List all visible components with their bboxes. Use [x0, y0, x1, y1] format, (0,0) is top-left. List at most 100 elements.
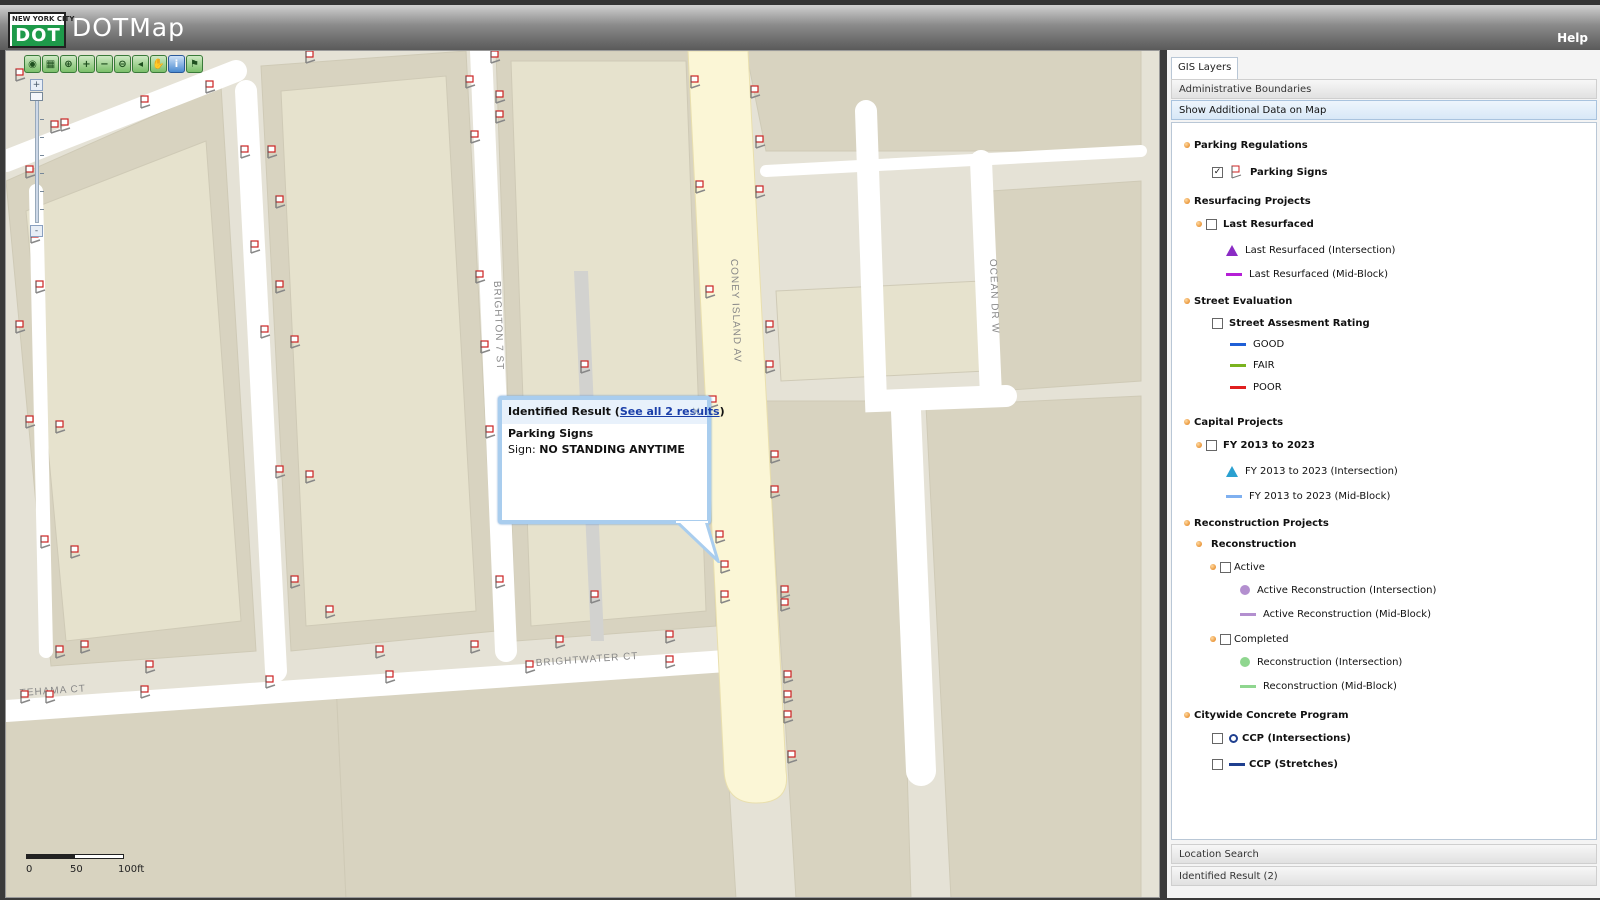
see-all-results-link[interactable]: See all 2 results — [620, 405, 720, 418]
zoom-out-box-icon[interactable]: ⊖ — [114, 55, 131, 73]
app-title: DOTMap — [72, 13, 185, 42]
zoom-tick — [40, 119, 44, 120]
group-reconstruction-projects: Reconstruction Projects — [1184, 515, 1329, 531]
bullet-icon — [1196, 442, 1202, 448]
bullet-icon — [1196, 221, 1202, 227]
parking-sign-marker[interactable] — [470, 640, 481, 654]
line-icon — [1226, 272, 1242, 276]
hand-pan-icon[interactable]: ✋ — [150, 55, 167, 73]
checkbox-ccp-stretches[interactable] — [1212, 758, 1223, 770]
parking-sign-marker[interactable] — [765, 320, 776, 334]
parking-sign-marker[interactable] — [755, 185, 766, 199]
zoom-tick — [40, 191, 44, 192]
block — [745, 51, 1142, 152]
legend-active-intersection: Active Reconstruction (Intersection) — [1240, 582, 1436, 598]
group-resurfacing-projects: Resurfacing Projects — [1184, 193, 1311, 209]
layer-completed[interactable]: Completed — [1210, 631, 1289, 647]
triangle-icon — [1226, 465, 1238, 477]
zoom-tick — [40, 137, 44, 138]
bullet-icon — [1184, 419, 1190, 425]
legend-good: GOOD — [1230, 336, 1284, 352]
parking-sign-marker[interactable] — [305, 51, 316, 64]
checkbox-ccp-intersections[interactable] — [1212, 732, 1223, 744]
block — [990, 180, 1142, 392]
bullet-icon — [1184, 142, 1190, 148]
zoom-tick — [40, 209, 44, 210]
popup-pointer — [673, 521, 721, 563]
street — [29, 184, 53, 658]
checkbox-parking-signs[interactable]: ✓ — [1212, 166, 1223, 178]
layer-ccp-intersections[interactable]: CCP (Intersections) — [1212, 730, 1351, 746]
accordion-identified-result[interactable]: Identified Result (2) — [1171, 866, 1597, 886]
bullet-icon — [1196, 541, 1202, 547]
popup-title-suffix: ) — [719, 405, 725, 418]
legend-fair: FAIR — [1230, 357, 1275, 373]
checkbox-last-resurfaced[interactable] — [1206, 218, 1217, 230]
accordion-additional-data[interactable]: Show Additional Data on Map — [1171, 100, 1597, 120]
zoom-plus-button[interactable]: + — [30, 79, 43, 91]
info-icon[interactable]: i — [168, 55, 185, 73]
layer-fy-2013-2023[interactable]: FY 2013 to 2023 — [1196, 437, 1315, 453]
tab-gis-layers[interactable]: GIS Layers — [1171, 57, 1239, 79]
nyc-dot-logo: NEW YORK CITY DOT — [8, 12, 74, 48]
street — [760, 145, 1147, 177]
popup-sign-row: Sign: NO STANDING ANYTIME — [502, 440, 707, 459]
panel-tabs: GIS Layers — [1171, 55, 1239, 79]
layer-parking-signs[interactable]: ✓ Parking Signs — [1212, 164, 1327, 180]
zoom-tick — [40, 173, 44, 174]
zoom-in-icon[interactable]: + — [78, 55, 95, 73]
legend-fy-midblock: FY 2013 to 2023 (Mid-Block) — [1226, 488, 1390, 504]
parking-sign-marker[interactable] — [765, 360, 776, 374]
zoom-slider[interactable]: + - — [30, 79, 44, 239]
zoom-in-box-icon[interactable]: ⊕ — [60, 55, 77, 73]
legend-completed-intersection: Reconstruction (Intersection) — [1240, 654, 1402, 670]
scale-label-0: 0 — [26, 864, 33, 875]
ring-icon — [1229, 733, 1238, 743]
zoom-track[interactable] — [35, 93, 39, 223]
legend-completed-midblock: Reconstruction (Mid-Block) — [1240, 678, 1397, 694]
parking-sign-icon — [1231, 165, 1242, 179]
scale-line — [26, 854, 124, 859]
bullet-icon — [1210, 636, 1216, 642]
zoom-minus-button[interactable]: - — [30, 225, 43, 237]
header-bar: NEW YORK CITY DOT DOTMap Help — [0, 0, 1600, 50]
parking-sign-marker[interactable] — [375, 645, 386, 659]
full-extent-icon[interactable]: ▦ — [42, 55, 59, 73]
zoom-out-icon[interactable]: − — [96, 55, 113, 73]
close-icon[interactable]: × — [691, 404, 701, 418]
map-view[interactable]: BRIGHTON 7 ST CONEY ISLAND AV OCEAN DR W… — [5, 50, 1160, 898]
scale-bar: 0 50 100ft — [26, 854, 144, 878]
zoom-tick — [40, 155, 44, 156]
block — [280, 75, 477, 627]
checkbox-fy[interactable] — [1206, 439, 1217, 451]
triangle-icon — [1226, 244, 1238, 256]
layer-street-assessment-rating[interactable]: Street Assesment Rating — [1212, 315, 1370, 331]
bullet-icon — [1184, 520, 1190, 526]
parking-sign-marker[interactable] — [145, 660, 156, 674]
scale-label-50: 50 — [70, 864, 83, 875]
layer-active[interactable]: Active — [1210, 559, 1265, 575]
line-icon — [1230, 363, 1246, 367]
layer-last-resurfaced[interactable]: Last Resurfaced — [1196, 216, 1314, 232]
parking-sign-marker[interactable] — [665, 630, 676, 644]
legend-poor: POOR — [1230, 379, 1282, 395]
help-link[interactable]: Help — [1557, 31, 1588, 45]
layer-list: Parking Regulations ✓ Parking Signs Resu… — [1171, 122, 1597, 840]
pan-globe-icon[interactable]: ◉ — [24, 55, 41, 73]
checkbox-completed[interactable] — [1220, 633, 1231, 645]
checkbox-street-assessment[interactable] — [1212, 317, 1223, 329]
line-icon — [1230, 342, 1246, 346]
line-icon — [1226, 494, 1242, 498]
logo-nyc-text: NEW YORK CITY — [12, 15, 75, 23]
zoom-prev-icon[interactable]: ◂ — [132, 55, 149, 73]
accordion-location-search[interactable]: Location Search — [1171, 844, 1597, 864]
legend-last-resurfaced-midblock: Last Resurfaced (Mid-Block) — [1226, 266, 1388, 282]
measure-icon[interactable]: ⚑ — [186, 55, 203, 73]
circle-icon — [1240, 585, 1250, 595]
identify-popup: Identified Result (See all 2 results) × … — [498, 396, 725, 524]
zoom-thumb[interactable] — [30, 92, 43, 101]
line-icon — [1240, 612, 1256, 616]
layer-ccp-stretches[interactable]: CCP (Stretches) — [1212, 756, 1338, 772]
checkbox-active[interactable] — [1220, 561, 1231, 573]
accordion-administrative-boundaries[interactable]: Administrative Boundaries — [1171, 79, 1597, 99]
